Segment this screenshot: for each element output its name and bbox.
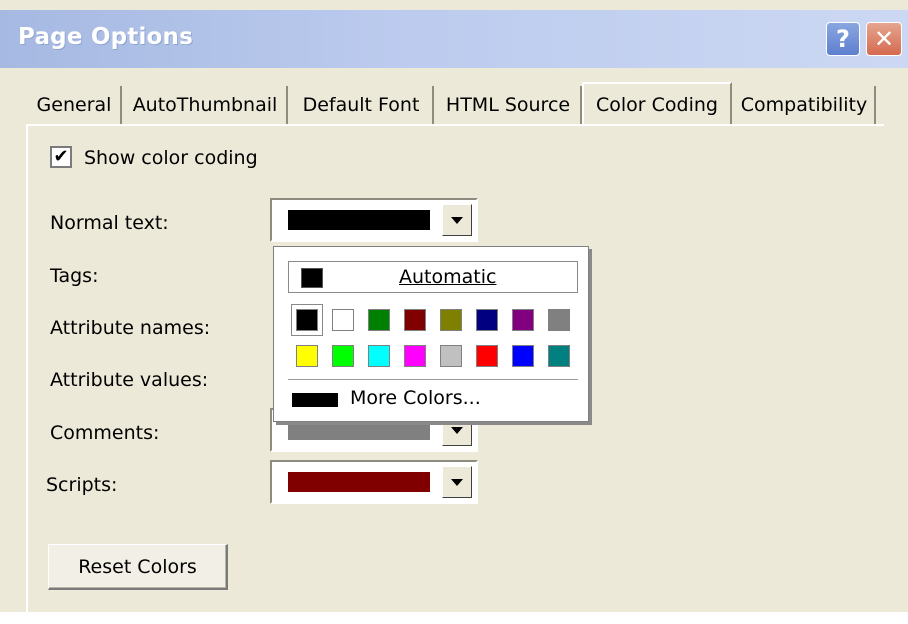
show-color-coding-label[interactable]: Show color coding xyxy=(84,147,258,169)
more-colors-label: More Colors... xyxy=(350,387,481,409)
color-swatch-cell[interactable] xyxy=(368,345,390,367)
color-swatch xyxy=(288,420,430,440)
tab-compatibility[interactable]: Compatibility xyxy=(734,86,876,124)
color-swatch-cell[interactable] xyxy=(512,309,534,331)
normal-text-label: Normal text: xyxy=(50,212,169,234)
attribute-names-label: Attribute names: xyxy=(50,317,211,339)
dialog-title: Page Options xyxy=(18,24,193,50)
color-swatch-cell[interactable] xyxy=(296,309,318,331)
page-options-dialog: Page Options ? ✕ General AutoThumbnail D… xyxy=(0,0,908,624)
color-swatch-cell[interactable] xyxy=(476,309,498,331)
tags-label: Tags: xyxy=(50,265,99,287)
help-button[interactable]: ? xyxy=(826,22,860,56)
color-swatch-cell[interactable] xyxy=(404,309,426,331)
normal-text-color-picker[interactable] xyxy=(270,198,478,242)
color-swatch-cell[interactable] xyxy=(404,345,426,367)
show-color-coding-checkbox[interactable]: ✔ xyxy=(50,146,72,168)
tab-default-font[interactable]: Default Font xyxy=(290,86,434,124)
dropdown-button[interactable] xyxy=(442,466,472,498)
automatic-color-option[interactable]: Automatic xyxy=(288,261,578,293)
comments-label: Comments: xyxy=(50,422,160,444)
checkmark-icon: ✔ xyxy=(53,146,69,167)
tab-color-coding[interactable]: Color Coding xyxy=(582,82,732,126)
chevron-down-icon xyxy=(451,426,463,434)
reset-colors-label: Reset Colors xyxy=(78,555,197,578)
automatic-label-text: Automatic xyxy=(399,266,497,288)
color-swatch xyxy=(288,210,430,230)
color-swatch-cell[interactable] xyxy=(332,309,354,331)
color-swatch-cell[interactable] xyxy=(440,345,462,367)
scripts-label: Scripts: xyxy=(46,474,118,496)
color-swatch-cell[interactable] xyxy=(548,309,570,331)
title-bar[interactable]: Page Options ? ✕ xyxy=(0,10,908,68)
color-swatch-cell[interactable] xyxy=(440,309,462,331)
tab-autothumbnail[interactable]: AutoThumbnail xyxy=(124,86,288,124)
more-colors-swatch xyxy=(292,393,338,407)
color-swatch-cell[interactable] xyxy=(548,345,570,367)
dropdown-button[interactable] xyxy=(442,204,472,236)
attribute-values-label: Attribute values: xyxy=(50,369,209,391)
color-swatch-cell[interactable] xyxy=(476,345,498,367)
color-swatch xyxy=(288,472,430,492)
tab-html-source[interactable]: HTML Source xyxy=(436,86,582,124)
more-colors-option[interactable]: More Colors... xyxy=(350,387,481,409)
tab-general[interactable]: General xyxy=(28,86,122,124)
color-swatch-cell[interactable] xyxy=(368,309,390,331)
help-icon: ? xyxy=(836,25,850,53)
color-swatch-cell[interactable] xyxy=(512,345,534,367)
automatic-swatch xyxy=(301,268,323,288)
scripts-color-picker[interactable] xyxy=(270,460,478,504)
chevron-down-icon xyxy=(451,478,463,486)
palette-divider xyxy=(288,379,578,380)
chevron-down-icon xyxy=(451,216,463,224)
reset-colors-button[interactable]: Reset Colors xyxy=(48,544,228,590)
automatic-label: Automatic xyxy=(399,266,496,288)
color-swatch-cell[interactable] xyxy=(296,345,318,367)
color-swatch-cell[interactable] xyxy=(332,345,354,367)
color-palette-dropdown: Automatic More Colors... xyxy=(273,246,589,422)
close-icon: ✕ xyxy=(873,25,895,53)
close-button[interactable]: ✕ xyxy=(866,22,902,56)
